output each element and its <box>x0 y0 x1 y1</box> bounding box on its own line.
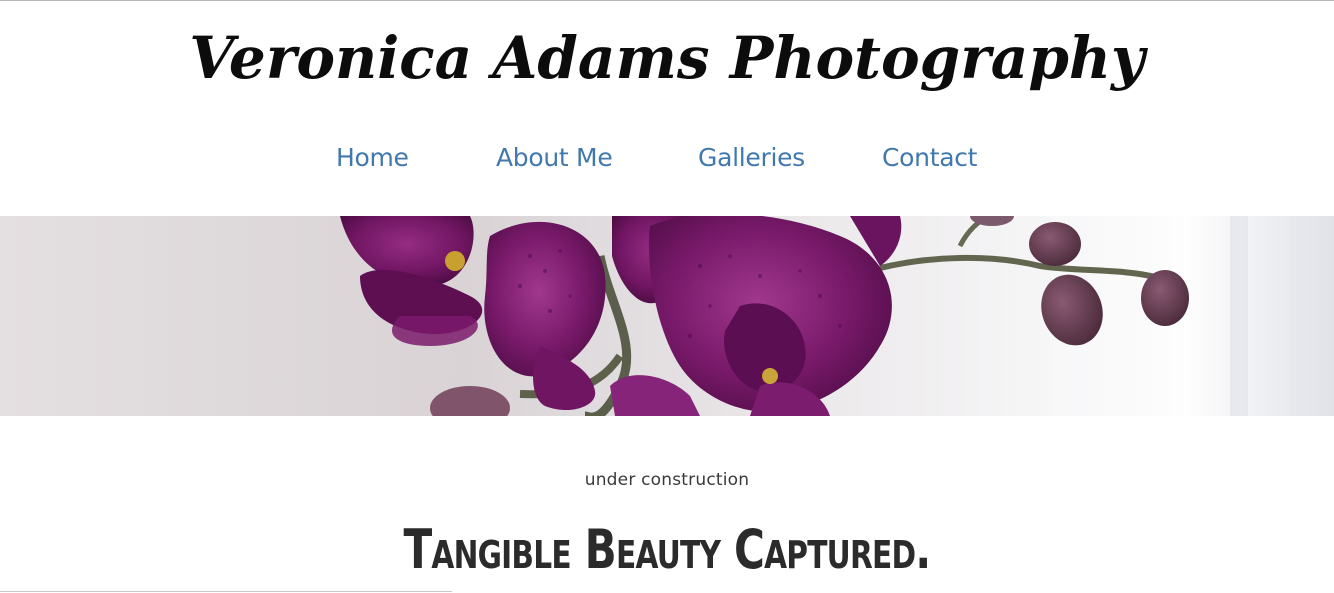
nav-galleries-link[interactable]: Galleries <box>698 138 805 178</box>
main-nav: Home About Me Galleries Contact <box>0 138 1334 178</box>
construction-notice: under construction <box>584 470 750 490</box>
top-divider <box>0 0 1334 1</box>
site-title[interactable]: Veronica Adams Photography <box>0 18 1334 98</box>
nav-about-me-link[interactable]: About Me <box>496 138 613 178</box>
nav-home-link[interactable]: Home <box>336 138 409 178</box>
nav-contact-link[interactable]: Contact <box>882 138 977 178</box>
tagline-heading: Tangible Beauty Captured. <box>403 518 931 581</box>
orchid-banner-image <box>0 216 1334 416</box>
bottom-divider <box>0 591 452 592</box>
hero-banner <box>0 216 1334 416</box>
